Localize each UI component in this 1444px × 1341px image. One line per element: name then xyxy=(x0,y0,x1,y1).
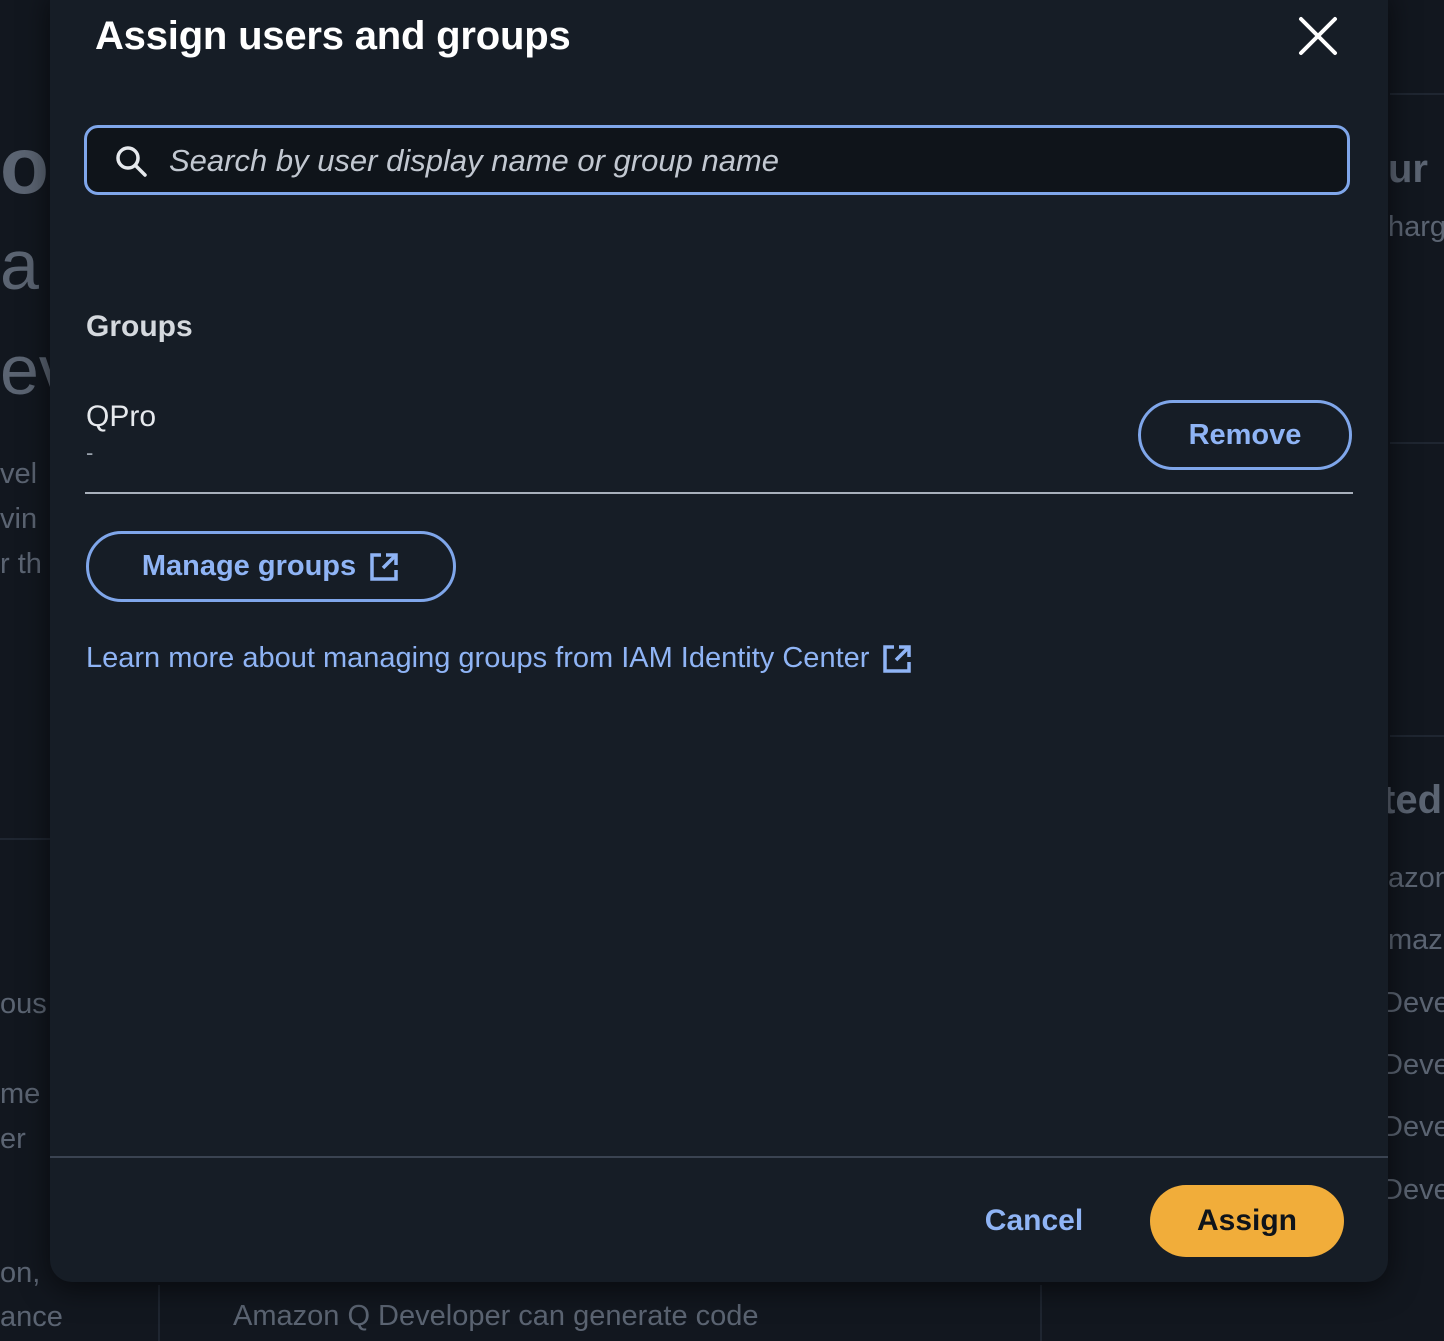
bg-fragment: Deve xyxy=(1382,1111,1444,1143)
search-field[interactable] xyxy=(84,125,1350,195)
bg-fragment: a xyxy=(0,226,39,304)
bg-fragment: ted xyxy=(1382,778,1442,822)
bg-divider xyxy=(1390,93,1444,95)
external-link-icon xyxy=(370,552,398,581)
group-description: - xyxy=(86,440,94,465)
bg-fragment: on, xyxy=(0,1257,41,1289)
bg-divider xyxy=(1390,735,1444,737)
bg-fragment: harg xyxy=(1388,211,1444,243)
remove-group-button[interactable]: Remove xyxy=(1138,400,1352,470)
close-button[interactable] xyxy=(1292,10,1344,62)
bg-divider xyxy=(158,1285,160,1341)
bg-fragment: Deve xyxy=(1382,1049,1444,1081)
assign-button[interactable]: Assign xyxy=(1150,1185,1344,1257)
bg-fragment: Amazon Q Developer can generate code xyxy=(233,1300,759,1332)
bg-fragment: ur xyxy=(1388,147,1428,191)
groups-heading: Groups xyxy=(86,310,193,343)
bg-divider xyxy=(0,838,50,840)
bg-fragment: o xyxy=(0,121,49,210)
divider xyxy=(85,492,1353,494)
bg-fragment: me xyxy=(0,1078,41,1110)
close-icon xyxy=(1299,17,1337,55)
modal-title: Assign users and groups xyxy=(95,14,571,58)
bg-fragment: azon xyxy=(1388,862,1444,894)
bg-fragment: ous xyxy=(0,988,47,1020)
footer-divider xyxy=(50,1156,1388,1158)
manage-groups-button[interactable]: Manage groups xyxy=(86,531,456,602)
bg-divider xyxy=(1390,442,1444,444)
group-name: QPro xyxy=(86,400,157,433)
cancel-button[interactable]: Cancel xyxy=(968,1190,1100,1252)
bg-fragment: ance xyxy=(0,1301,63,1333)
learn-more-label: Learn more about managing groups from IA… xyxy=(86,642,870,674)
bg-fragment: vin xyxy=(0,503,38,535)
bg-fragment: Deve xyxy=(1382,1174,1444,1206)
bg-fragment: vel xyxy=(0,458,38,490)
search-icon xyxy=(116,146,147,177)
search-input[interactable] xyxy=(167,136,1331,186)
learn-more-link[interactable]: Learn more about managing groups from IA… xyxy=(86,642,913,675)
bg-fragment: maz xyxy=(1388,924,1443,956)
bg-fragment: Deve xyxy=(1382,987,1444,1019)
bg-fragment: r th xyxy=(0,548,42,580)
manage-groups-label: Manage groups xyxy=(141,550,357,582)
bg-fragment: er xyxy=(0,1123,26,1155)
assign-users-groups-modal: Assign users and groups Groups QPro - Re… xyxy=(50,0,1388,1282)
external-link-icon xyxy=(883,644,912,673)
bg-divider xyxy=(1040,1285,1042,1341)
page: o a ev vel vin r th ous me er on, ance u… xyxy=(0,0,1444,1341)
